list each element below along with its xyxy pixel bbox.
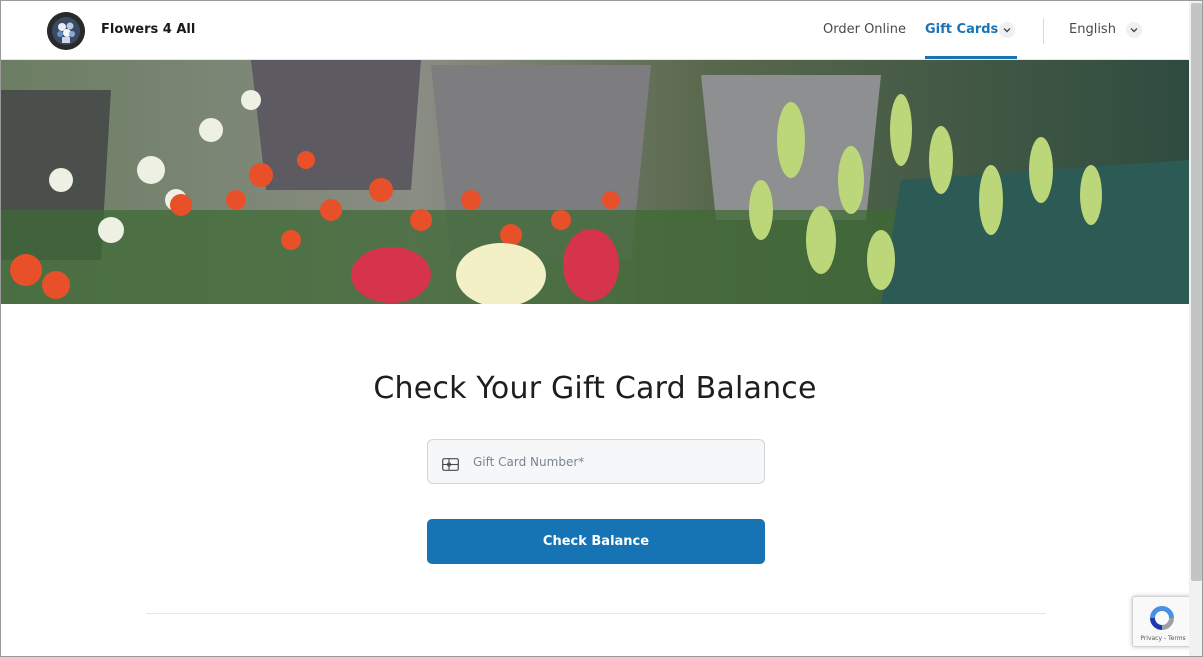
nav-gift-cards[interactable]: Gift Cards	[925, 22, 998, 37]
chevron-down-icon[interactable]	[999, 22, 1015, 38]
recaptcha-badge[interactable]: Privacy - Terms	[1132, 596, 1192, 647]
browser-viewport: Flowers 4 All Order Online Gift Cards En…	[0, 0, 1203, 657]
brand-logo[interactable]	[47, 12, 85, 50]
scrollbar-thumb[interactable]	[1191, 3, 1202, 581]
nav-order-online[interactable]: Order Online	[823, 22, 906, 37]
page-title: Check Your Gift Card Balance	[373, 371, 817, 406]
chevron-down-icon[interactable]	[1126, 22, 1142, 38]
recaptcha-icon	[1147, 603, 1177, 633]
site-header: Flowers 4 All Order Online Gift Cards En…	[1, 1, 1189, 60]
language-selector[interactable]: English	[1069, 22, 1116, 37]
hero-image	[1, 60, 1189, 304]
gift-card-number-input[interactable]	[473, 440, 758, 483]
vertical-scrollbar[interactable]	[1189, 1, 1202, 656]
nav-divider	[1043, 18, 1044, 44]
recaptcha-links[interactable]: Privacy - Terms	[1133, 635, 1193, 642]
section-divider	[146, 613, 1046, 614]
brand-name[interactable]: Flowers 4 All	[101, 22, 195, 37]
gift-card-number-field[interactable]	[427, 439, 765, 484]
gift-card-icon	[442, 456, 459, 471]
active-tab-indicator	[925, 56, 1017, 59]
check-balance-button[interactable]: Check Balance	[427, 519, 765, 564]
